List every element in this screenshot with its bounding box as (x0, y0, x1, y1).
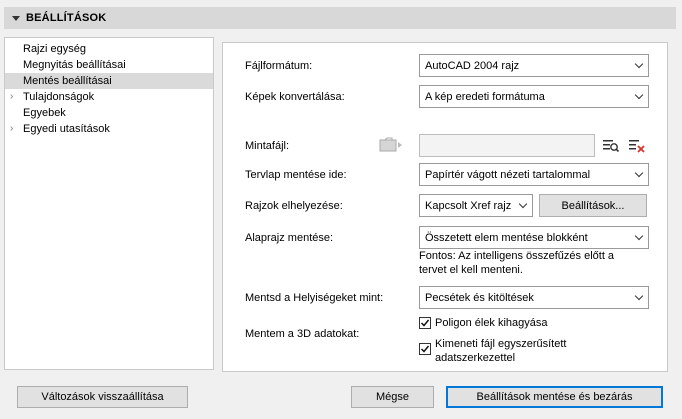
folder-arrow-icon[interactable] (379, 135, 405, 155)
save-and-close-button[interactable]: Beállítások mentése és bezárás (446, 386, 663, 408)
clear-x-icon[interactable] (627, 136, 647, 156)
save-locations-value: Pecsétek és kitöltések (425, 291, 534, 304)
file-format-select[interactable]: AutoCAD 2004 rajz (419, 54, 649, 77)
tree-item-label: Mentés beállításai (23, 75, 112, 87)
floorplan-save-value: Összetett elem mentése blokként (425, 231, 588, 244)
tree-item-label: Megnyitás beállításai (23, 59, 126, 71)
merge-note: Fontos: Az intelligens összefűzés előtt … (419, 250, 615, 276)
settings-header[interactable]: BEÁLLÍTÁSOK (4, 7, 676, 29)
chevron-down-icon (518, 199, 528, 209)
drawing-settings-button[interactable]: Beállítások... (539, 194, 647, 217)
tree-item-properties[interactable]: › Tulajdonságok (5, 89, 213, 105)
save-locations-label: Mentsd a Helyiségeket mint: (245, 292, 384, 304)
template-file-input[interactable] (419, 134, 595, 157)
simplified-structure-label[interactable]: Kimeneti fájl egyszerűsített adatszerkez… (435, 337, 605, 365)
simplified-structure-checkbox[interactable] (419, 343, 431, 355)
collapse-triangle-icon[interactable] (12, 15, 20, 21)
chevron-right-icon[interactable]: › (10, 121, 13, 137)
file-format-value: AutoCAD 2004 rajz (425, 59, 520, 72)
chevron-down-icon (634, 168, 644, 178)
layout-save-select[interactable]: Papírtér vágott nézeti tartalommal (419, 163, 649, 186)
template-file-label: Mintafájl: (245, 140, 290, 152)
skip-polygon-edges-label[interactable]: Poligon élek kihagyása (435, 316, 548, 330)
chevron-down-icon (634, 291, 644, 301)
tree-item-open-settings[interactable]: Megnyitás beállításai (5, 57, 213, 73)
tree-item-label: Rajzi egység (23, 43, 86, 55)
save-locations-select[interactable]: Pecsétek és kitöltések (419, 286, 649, 309)
browse-list-icon[interactable] (601, 136, 621, 156)
tree-item-label: Egyebek (23, 107, 66, 119)
layout-save-label: Tervlap mentése ide: (245, 169, 347, 181)
image-convert-label: Képek konvertálása: (245, 91, 345, 103)
skip-polygon-edges-checkbox[interactable] (419, 317, 431, 329)
image-convert-select[interactable]: A kép eredeti formátuma (419, 85, 649, 108)
floorplan-save-select[interactable]: Összetett elem mentése blokként (419, 226, 649, 249)
tree-item-misc[interactable]: Egyebek (5, 105, 213, 121)
header-title: BEÁLLÍTÁSOK (26, 12, 107, 24)
save-3d-label: Mentem a 3D adatokat: (245, 328, 360, 340)
tree-item-save-settings[interactable]: Mentés beállításai (5, 73, 213, 89)
drawing-placement-label: Rajzok elhelyezése: (245, 200, 343, 212)
settings-tree: Rajzi egység Megnyitás beállításai Menté… (4, 37, 214, 370)
image-convert-value: A kép eredeti formátuma (425, 90, 545, 103)
cancel-button[interactable]: Mégse (351, 386, 434, 408)
floorplan-save-label: Alaprajz mentése: (245, 232, 334, 244)
tree-item-drawing-unit[interactable]: Rajzi egység (5, 41, 213, 57)
layout-save-value: Papírtér vágott nézeti tartalommal (425, 168, 591, 181)
tree-item-custom-commands[interactable]: › Egyedi utasítások (5, 121, 213, 137)
drawing-placement-select[interactable]: Kapcsolt Xref rajz (419, 194, 533, 217)
tree-item-label: Tulajdonságok (23, 91, 95, 103)
reset-changes-button[interactable]: Változások visszaállítása (17, 386, 188, 408)
checkmark-icon (420, 319, 430, 327)
chevron-down-icon (634, 231, 644, 241)
tree-item-label: Egyedi utasítások (23, 123, 110, 135)
checkmark-icon (420, 345, 430, 353)
save-settings-panel: Fájlformátum: AutoCAD 2004 rajz Képek ko… (222, 42, 668, 372)
file-format-label: Fájlformátum: (245, 60, 313, 72)
chevron-down-icon (634, 59, 644, 69)
chevron-down-icon (634, 90, 644, 100)
drawing-placement-value: Kapcsolt Xref rajz (425, 199, 512, 212)
chevron-right-icon[interactable]: › (10, 89, 13, 105)
